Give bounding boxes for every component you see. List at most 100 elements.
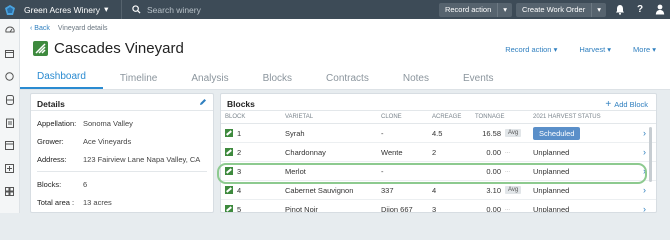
chevron-down-icon[interactable]: ▾ [497, 2, 512, 17]
chevron-down-icon: ▾ [104, 4, 109, 14]
page-header: ‹ Back Vineyard details Cascades Vineyar… [20, 19, 670, 89]
block-cell: 4 [221, 186, 285, 195]
help-icon[interactable]: ? [630, 0, 650, 19]
detail-key: Address: [37, 154, 67, 164]
detail-divider [37, 171, 207, 172]
search-input[interactable]: Search winery [122, 5, 439, 15]
col-header[interactable]: Clone [381, 114, 432, 120]
tonnage-value: 0.00 [486, 147, 501, 157]
col-header[interactable]: Tonnage [475, 114, 533, 120]
tonnage-cell: 0.00 ... [475, 148, 533, 157]
block-number: 3 [237, 166, 242, 176]
create-work-order-button[interactable]: Create Work Order ▾ [516, 2, 606, 17]
winery-selector[interactable]: Green Acres Winery ▾ [20, 0, 122, 19]
empty-indicator: ... [505, 168, 511, 174]
varietal-cell: Pinot Noir [285, 204, 318, 213]
calendar-icon[interactable] [0, 42, 19, 65]
block-icon [225, 167, 233, 175]
app-logo-icon[interactable] [0, 0, 20, 19]
chevron-right-icon[interactable]: › [643, 185, 655, 195]
block-cell: 1 [221, 129, 285, 138]
tab-events[interactable]: Events [446, 67, 511, 89]
circle-icon[interactable] [0, 65, 19, 88]
archive-icon[interactable] [0, 134, 19, 157]
detail-row: Appellation: Sonoma Valley [31, 114, 213, 132]
clipboard-icon[interactable] [0, 111, 19, 134]
tab-dashboard[interactable]: Dashboard [20, 67, 103, 89]
add-block-button[interactable]: + Add Block [605, 99, 648, 110]
back-link[interactable]: ‹ Back [30, 25, 50, 32]
block-number: 5 [237, 204, 242, 213]
top-bar: Green Acres Winery ▾ Search winery Recor… [0, 0, 670, 19]
details-panel: Details Appellation: Sonoma Valley Grower… [30, 93, 214, 213]
page-title: Cascades Vineyard [54, 40, 184, 57]
col-header[interactable]: Varietal [285, 114, 381, 120]
table-row[interactable]: 5 Pinot Noir Dijon 667 3 0.00 ... Unplan… [221, 200, 656, 213]
detail-value: 13 acres [83, 197, 112, 207]
status-text: Unplanned [533, 147, 570, 157]
block-icon [225, 205, 233, 212]
clone-cell: - [381, 166, 384, 176]
blocks-panel: Blocks + Add Block Block Varietal Clone … [220, 93, 657, 213]
tab-bar: Dashboard Timeline Analysis Blocks Contr… [20, 67, 511, 89]
tab-blocks[interactable]: Blocks [246, 67, 309, 89]
acreage-cell: 4 [432, 185, 437, 195]
tab-contracts[interactable]: Contracts [309, 67, 386, 89]
header-actions: Record action ▾ Harvest ▾ More ▾ [505, 45, 656, 54]
edit-pencil-icon[interactable] [199, 98, 207, 108]
search-placeholder: Search winery [147, 4, 201, 15]
acreage-cell: 3 [432, 204, 437, 213]
status-cell: Scheduled [533, 126, 643, 140]
user-icon[interactable] [650, 0, 670, 19]
status-cell: Unplanned [533, 205, 643, 213]
bell-icon[interactable] [610, 0, 630, 19]
block-number: 1 [237, 128, 242, 138]
dashboard-icon[interactable] [0, 19, 19, 42]
chevron-right-icon[interactable]: › [643, 204, 655, 212]
plus-box-icon[interactable] [0, 157, 19, 180]
block-cell: 3 [221, 167, 285, 176]
winery-name: Green Acres Winery [24, 4, 101, 15]
tab-analysis[interactable]: Analysis [174, 67, 245, 89]
blocks-title: Blocks [221, 94, 656, 111]
table-row[interactable]: 4 Cabernet Sauvignon 337 4 3.10 Avg Unpl… [221, 181, 656, 200]
detail-key: Grower: [37, 136, 64, 146]
tab-timeline[interactable]: Timeline [103, 67, 174, 89]
table-row[interactable]: 1 Syrah - 4.5 16.58 Avg Scheduled › [221, 124, 656, 143]
tonnage-value: 0.00 [486, 204, 501, 213]
detail-value: Sonoma Valley [83, 118, 133, 128]
harvest-menu[interactable]: Harvest ▾ [579, 45, 611, 54]
back-label: Back [34, 25, 50, 32]
detail-key: Appellation: [37, 118, 77, 128]
table-row[interactable]: 3 Merlot - 0.00 ... Unplanned › [221, 162, 656, 181]
more-menu[interactable]: More ▾ [633, 45, 656, 54]
table-row[interactable]: 2 Chardonnay Wente 2 0.00 ... Unplanned … [221, 143, 656, 162]
clone-cell: 337 [381, 185, 394, 195]
empty-indicator: ... [505, 206, 511, 212]
vineyard-icon [33, 41, 48, 56]
tonnage-value: 3.10 [486, 185, 501, 195]
chevron-down-icon[interactable]: ▾ [591, 2, 606, 17]
scrollbar[interactable] [649, 127, 652, 182]
empty-indicator: ... [505, 149, 511, 155]
header-divider [20, 89, 670, 90]
tab-notes[interactable]: Notes [386, 67, 446, 89]
detail-key: Blocks: [37, 179, 62, 189]
block-icon [225, 129, 233, 137]
record-action-button[interactable]: Record action ▾ [438, 2, 513, 17]
col-header[interactable]: Acreage [432, 114, 475, 120]
avg-badge: Avg [505, 186, 522, 194]
detail-key: Total area : [37, 197, 75, 207]
col-header[interactable]: 2021 Harvest Status [533, 114, 643, 120]
status-cell: Unplanned [533, 186, 643, 195]
varietal-cell: Cabernet Sauvignon [285, 185, 354, 195]
block-cell: 5 [221, 204, 285, 213]
record-action-menu[interactable]: Record action ▾ [505, 45, 557, 54]
col-header[interactable]: Block [221, 114, 285, 120]
tonnage-cell: 16.58 Avg [475, 129, 533, 138]
breadcrumb: ‹ Back Vineyard details [30, 25, 108, 32]
barrel-icon[interactable] [0, 88, 19, 111]
grid-icon[interactable] [0, 180, 19, 203]
status-badge: Scheduled [533, 126, 581, 140]
tonnage-value: 16.58 [482, 128, 501, 138]
